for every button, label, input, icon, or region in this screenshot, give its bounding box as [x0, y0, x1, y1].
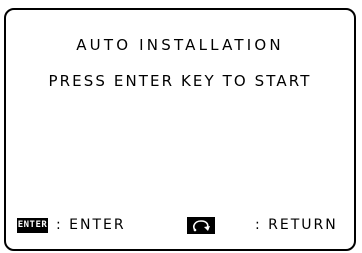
return-arrow-icon: [193, 220, 210, 232]
enter-key-icon[interactable]: ENTER: [17, 218, 48, 233]
return-key-icon[interactable]: [187, 217, 215, 234]
enter-hint-label: : ENTER: [56, 217, 126, 233]
return-hint-label: : RETURN: [255, 217, 338, 233]
key-hint-bar: ENTER : ENTER : RETURN: [6, 217, 354, 237]
osd-screen: AUTO INSTALLATION PRESS ENTER KEY TO STA…: [4, 8, 356, 251]
instruction-message: PRESS ENTER KEY TO START: [48, 72, 312, 90]
screen-title: AUTO INSTALLATION: [76, 36, 284, 54]
